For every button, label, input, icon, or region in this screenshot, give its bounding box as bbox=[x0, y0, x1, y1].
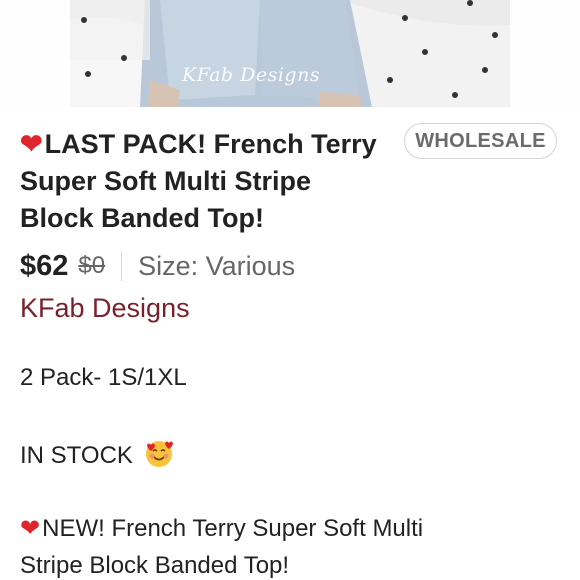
price: $62 bbox=[20, 249, 69, 282]
description-stock-line: IN STOCK bbox=[20, 439, 174, 470]
description-pack: 2 Pack- 1S/1XL bbox=[20, 364, 187, 391]
photo-watermark: KFab Designs bbox=[182, 64, 321, 86]
description-new-line-1: ❤NEW! French Terry Super Soft Multi bbox=[20, 514, 423, 543]
description-new-title-1: NEW! French Terry Super Soft Multi bbox=[42, 515, 424, 542]
description-stock: IN STOCK bbox=[20, 442, 133, 469]
product-photo[interactable]: KFab Designs bbox=[0, 0, 580, 107]
price-row: $62 $0 Size: Various bbox=[20, 247, 295, 285]
heart-icon: ❤ bbox=[20, 129, 43, 159]
listing-details: ❤LAST PACK! French Terry Super Soft Mult… bbox=[0, 107, 580, 580]
size-label: Size: Various bbox=[138, 250, 296, 281]
original-price: $0 bbox=[78, 252, 106, 279]
product-photo-image bbox=[0, 0, 580, 107]
price-divider bbox=[121, 251, 123, 281]
description-new-title-2: Stripe Block Banded Top! bbox=[20, 552, 290, 579]
heart-icon: ❤ bbox=[20, 515, 41, 542]
brand-link[interactable]: KFab Designs bbox=[20, 293, 190, 324]
wholesale-badge[interactable]: WHOLESALE bbox=[404, 123, 557, 159]
listing-title: LAST PACK! French Terry Super Soft Multi… bbox=[20, 129, 377, 233]
listing-title-block: ❤LAST PACK! French Terry Super Soft Mult… bbox=[20, 126, 390, 237]
smiling-face-with-hearts-icon bbox=[145, 441, 173, 467]
